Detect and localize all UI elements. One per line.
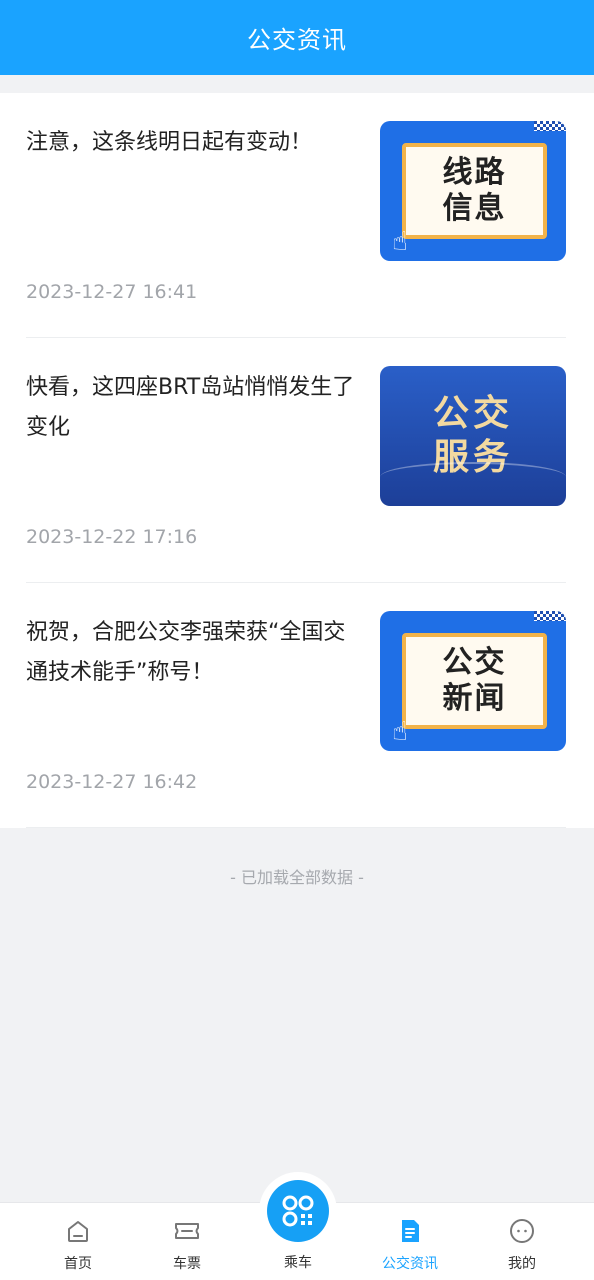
news-date: 2023-12-22 17:16 [26,526,198,548]
wave-decoration [380,462,566,492]
home-icon [68,1221,88,1242]
news-title: 祝贺，合肥公交李强荣获“全国交通技术能手”称号！ [26,620,346,685]
news-thumbnail: 线路 信息 ☝ [380,121,566,261]
news-list: 注意，这条线明日起有变动！ 2023-12-27 16:41 线路 信息 ☝ 快… [0,93,594,828]
thumbnail-paper: 公交 新闻 [402,633,547,729]
tab-label: 公交资讯 [382,1256,438,1272]
thumbnail-text: 公交 [442,645,507,680]
tab-news[interactable]: 公交资讯 [370,1217,450,1273]
news-item[interactable]: 祝贺，合肥公交李强荣获“全国交通技术能手”称号！ 2023-12-27 16:4… [26,583,566,828]
tab-ride-label: 乘车 [284,1255,312,1271]
tab-label: 车票 [173,1256,201,1272]
news-date: 2023-12-27 16:42 [26,771,198,793]
checker-decoration [534,121,566,131]
checker-decoration [534,611,566,621]
ticket-icon [175,1223,199,1239]
pointing-hand-icon: ☝ [392,717,408,747]
ride-qr-button[interactable] [267,1180,329,1242]
qr-code-icon [282,1195,314,1227]
tab-home[interactable]: 首页 [38,1217,118,1273]
thumbnail-text: 公交 [432,393,513,434]
tab-tickets[interactable]: 车票 [147,1217,227,1273]
thumbnail-text: 新闻 [442,681,507,716]
thumbnail-paper: 线路 信息 [402,143,547,239]
news-title: 注意，这条线明日起有变动！ [26,130,313,155]
news-date: 2023-12-27 16:41 [26,281,198,303]
tab-label: 我的 [508,1256,536,1272]
page-title: 公交资讯 [247,26,347,54]
news-item[interactable]: 注意，这条线明日起有变动！ 2023-12-27 16:41 线路 信息 ☝ [26,93,566,338]
news-thumbnail: 公交 新闻 ☝ [380,611,566,751]
profile-face-icon [510,1219,534,1243]
pointing-hand-icon: ☝ [392,227,408,257]
all-loaded-text: - 已加载全部数据 - [230,868,364,887]
thumbnail-text: 信息 [442,191,507,226]
news-item[interactable]: 快看，这四座BRT岛站悄悄发生了变化 2023-12-22 17:16 公交 服… [26,338,566,583]
tab-mine[interactable]: 我的 [482,1217,562,1273]
document-icon [402,1220,419,1242]
app-header: 公交资讯 [0,0,594,75]
thumbnail-text: 线路 [442,155,507,190]
news-thumbnail: 公交 服务 [380,366,566,506]
news-title: 快看，这四座BRT岛站悄悄发生了变化 [26,375,355,440]
tab-label: 首页 [64,1256,92,1272]
